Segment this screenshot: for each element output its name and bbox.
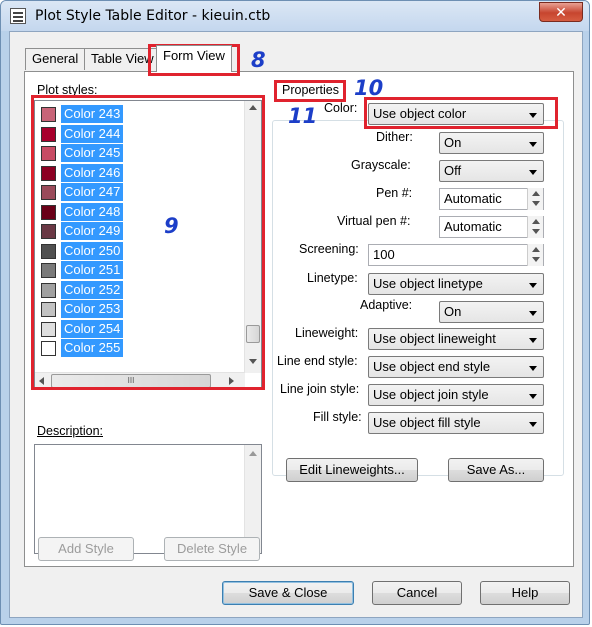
line-join-style-value: Use object join style (373, 387, 489, 402)
cancel-button[interactable]: Cancel (372, 581, 462, 605)
pen-value: Automatic (444, 191, 502, 206)
help-button[interactable]: Help (480, 581, 570, 605)
spin-up-icon[interactable] (532, 191, 540, 196)
callout-10: 10 (354, 76, 384, 100)
spin-up-icon[interactable] (532, 247, 540, 252)
virtual-pen-spinner[interactable] (527, 216, 543, 238)
linetype-label: Linetype: (307, 271, 358, 285)
grayscale-label: Grayscale: (351, 158, 411, 172)
annotation-box-plot-styles (31, 95, 265, 390)
lineweight-value: Use object lineweight (373, 331, 496, 346)
delete-style-button[interactable]: Delete Style (164, 537, 260, 561)
chevron-down-icon (529, 170, 537, 175)
tab-form-view[interactable]: Form View (156, 45, 232, 72)
pen-spinner[interactable] (527, 188, 543, 210)
annotation-box-properties (274, 80, 346, 102)
linetype-value: Use object linetype (373, 276, 483, 291)
line-end-style-label: Line end style: (277, 354, 358, 368)
virtual-pen-label: Virtual pen #: (337, 214, 411, 228)
virtual-pen-value: Automatic (444, 219, 502, 234)
callout-8: 8 (251, 48, 266, 72)
pen-label: Pen #: (376, 186, 413, 200)
close-button[interactable]: ✕ (539, 2, 583, 22)
color-label: Color: (324, 101, 358, 115)
callout-9: 9 (164, 214, 179, 238)
screening-label: Screening: (299, 242, 359, 256)
chevron-down-icon (529, 422, 537, 427)
lineweight-label: Lineweight: (295, 326, 359, 340)
adaptive-select[interactable]: On (439, 301, 544, 323)
spin-down-icon[interactable] (532, 201, 540, 206)
description-label: Description: (37, 424, 103, 438)
line-join-style-label: Line join style: (280, 382, 360, 396)
edit-lineweights-button[interactable]: Edit Lineweights... (286, 458, 418, 482)
plot-style-table-editor-window: Plot Style Table Editor - kieuin.ctb ✕ G… (0, 0, 590, 625)
app-icon (10, 8, 26, 24)
save-as-button[interactable]: Save As... (448, 458, 544, 482)
chevron-down-icon (529, 283, 537, 288)
chevron-down-icon (529, 311, 537, 316)
chevron-down-icon (529, 142, 537, 147)
add-style-button[interactable]: Add Style (38, 537, 134, 561)
scroll-up-icon[interactable] (249, 451, 257, 456)
dither-label: Dither: (376, 130, 413, 144)
line-end-style-value: Use object end style (373, 359, 491, 374)
line-end-style-select[interactable]: Use object end style (368, 356, 544, 378)
adaptive-label: Adaptive: (360, 298, 413, 312)
pen-number-field[interactable]: Automatic (439, 188, 544, 210)
spin-down-icon[interactable] (532, 257, 540, 262)
grayscale-select[interactable]: Off (439, 160, 544, 182)
dither-select[interactable]: On (439, 132, 544, 154)
chevron-down-icon (529, 338, 537, 343)
dither-value: On (444, 135, 462, 150)
fill-style-label: Fill style: (313, 410, 362, 424)
linetype-select[interactable]: Use object linetype (368, 273, 544, 295)
adaptive-value: On (444, 304, 462, 319)
grayscale-value: Off (444, 163, 462, 178)
lineweight-select[interactable]: Use object lineweight (368, 328, 544, 350)
tab-general[interactable]: General (25, 48, 86, 70)
screening-spinner[interactable] (527, 244, 543, 266)
chevron-down-icon (529, 394, 537, 399)
title-bar[interactable]: Plot Style Table Editor - kieuin.ctb ✕ (1, 1, 589, 31)
save-close-button[interactable]: Save & Close (222, 581, 354, 605)
screening-value: 100 (373, 247, 395, 262)
spin-up-icon[interactable] (532, 219, 540, 224)
virtual-pen-field[interactable]: Automatic (439, 216, 544, 238)
spin-down-icon[interactable] (532, 229, 540, 234)
fill-style-select[interactable]: Use object fill style (368, 412, 544, 434)
dialog-client: General Table View Form View Plot styles… (9, 31, 583, 618)
window-title: Plot Style Table Editor - kieuin.ctb (35, 8, 271, 24)
annotation-box-color (364, 97, 558, 129)
screening-field[interactable]: 100 (368, 244, 544, 266)
chevron-down-icon (529, 366, 537, 371)
line-join-style-select[interactable]: Use object join style (368, 384, 544, 406)
close-icon: ✕ (555, 4, 567, 20)
callout-11: 11 (288, 104, 318, 128)
fill-style-value: Use object fill style (373, 415, 481, 430)
